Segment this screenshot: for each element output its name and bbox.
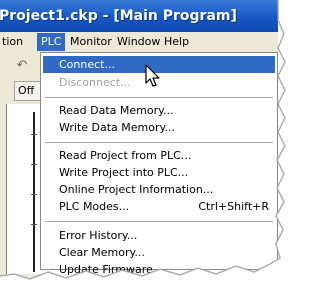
menu-item-plc-modes[interactable]: PLC Modes... Ctrl+Shift+R: [43, 198, 275, 215]
menu-monitor[interactable]: Monitor: [66, 33, 116, 51]
menu-function[interactable]: tion: [0, 33, 27, 51]
menu-help[interactable]: Help: [160, 33, 193, 51]
menu-item-read-project[interactable]: Read Project from PLC...: [43, 147, 275, 164]
menu-item-read-data-memory[interactable]: Read Data Memory...: [43, 102, 275, 119]
mouse-pointer-icon: [145, 64, 160, 87]
rung-mark: [31, 164, 37, 165]
menu-item-clear-memory[interactable]: Clear Memory...: [43, 244, 275, 261]
menu-item-label: Error History...: [59, 229, 138, 242]
menu-item-label: Read Data Memory...: [59, 104, 174, 117]
menu-item-label: Update Firmware...: [59, 263, 164, 276]
menu-item-write-project[interactable]: Write Project into PLC...: [43, 164, 275, 181]
menu-bar: tion PLC Monitor Window Help: [0, 32, 278, 52]
rung-mark: [31, 224, 37, 225]
menu-item-update-firmware[interactable]: Update Firmware...: [43, 261, 275, 278]
rung-mark: [31, 134, 37, 135]
menu-plc[interactable]: PLC: [37, 33, 66, 51]
ladder-editor[interactable]: [6, 104, 41, 274]
menu-window[interactable]: Window: [113, 33, 164, 51]
menu-item-label: Write Data Memory...: [59, 121, 175, 134]
menu-separator: [45, 142, 273, 144]
rung-mark: [31, 194, 37, 195]
menu-item-shortcut: Ctrl+Shift+R: [198, 200, 269, 213]
menu-item-label: PLC Modes...: [59, 200, 130, 213]
screenshot: Project1.ckp - [Main Program] tion PLC M…: [0, 0, 288, 284]
menu-item-error-history[interactable]: Error History...: [43, 227, 275, 244]
menu-item-label: Clear Memory...: [59, 246, 145, 259]
menu-item-label: Online Project Information...: [59, 183, 214, 196]
menu-item-label: Read Project from PLC...: [59, 149, 192, 162]
menu-item-online-project-info[interactable]: Online Project Information...: [43, 181, 275, 198]
menu-item-label: Connect...: [59, 58, 115, 71]
menu-item-label: Write Project into PLC...: [59, 166, 189, 179]
menu-separator: [45, 97, 273, 99]
menu-separator: [45, 221, 273, 223]
power-rail: [33, 112, 35, 272]
menu-item-label: Disconnect...: [59, 76, 131, 89]
window-title: Project1.ckp - [Main Program]: [0, 8, 237, 24]
menu-item-write-data-memory[interactable]: Write Data Memory...: [43, 119, 275, 136]
title-bar: Project1.ckp - [Main Program]: [0, 0, 278, 32]
undo-icon[interactable]: ↶: [14, 58, 30, 74]
